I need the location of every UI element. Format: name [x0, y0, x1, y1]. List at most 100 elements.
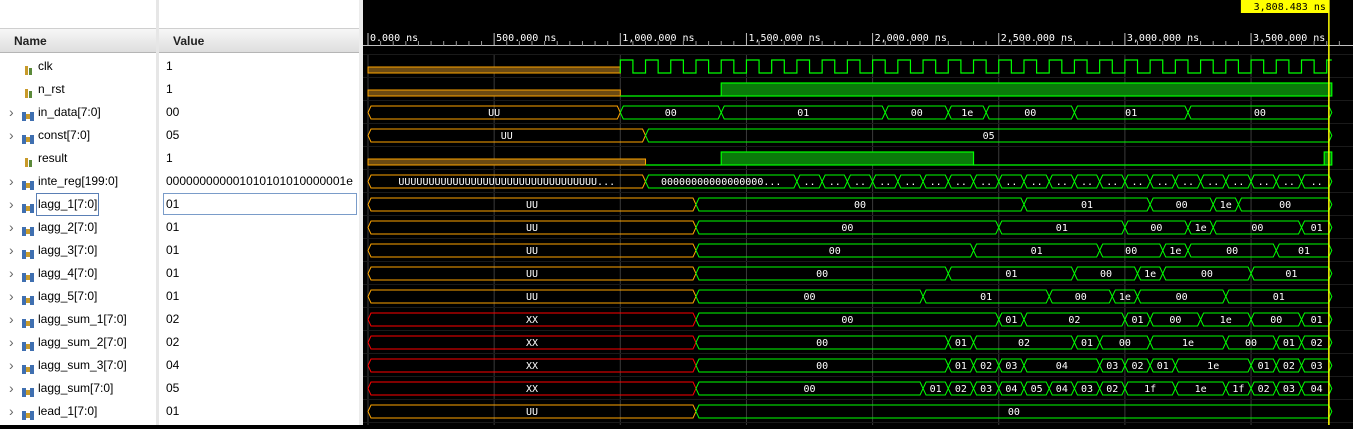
bus-signal-icon: [22, 291, 34, 305]
signal-row-12[interactable]: › lagg_sum_2[7:0]: [0, 331, 156, 354]
signal-row-13[interactable]: › lagg_sum_3[7:0]: [0, 354, 156, 377]
selected-value-box: [163, 193, 357, 215]
signal-row-5[interactable]: › inte_reg[199:0]: [0, 170, 156, 193]
signal-value-row-2[interactable]: 00: [159, 101, 359, 124]
signal-value-row-11[interactable]: 02: [159, 308, 359, 331]
waveform-lagg_3[7:0][interactable]: UU 00 01 00 1e 00 01: [367, 243, 1333, 258]
bus-value-label: 05: [1031, 384, 1043, 395]
signal-value-row-4[interactable]: 1: [159, 147, 359, 170]
waveform-const[7:0][interactable]: UU 05: [367, 128, 1333, 143]
signal-value-row-5[interactable]: 000000000001010101010000001e: [159, 170, 359, 193]
bus-signal-icon: [22, 199, 34, 213]
signal-value-row-1[interactable]: 1: [159, 78, 359, 101]
signal-value-row-3[interactable]: 05: [159, 124, 359, 147]
signal-name: const[7:0]: [38, 128, 91, 142]
expand-chevron-icon[interactable]: ›: [9, 285, 14, 308]
waveform-lagg_5[7:0][interactable]: UU 00 01 00 1e 00 01: [367, 289, 1333, 304]
signal-value-row-14[interactable]: 05: [159, 377, 359, 400]
bus-signal-icon: [22, 107, 34, 121]
waveform-clk[interactable]: [367, 59, 1332, 74]
expand-chevron-icon[interactable]: ›: [9, 262, 14, 285]
waveform-lagg_2[7:0][interactable]: UU 00 01 00 1e 00 01: [367, 220, 1333, 235]
signal-value-row-12[interactable]: 02: [159, 331, 359, 354]
expand-chevron-icon[interactable]: ›: [9, 354, 14, 377]
time-axis-label: 3,000.000 ns: [1127, 33, 1199, 44]
signal-value-row-15[interactable]: 01: [159, 400, 359, 423]
signal-row-2[interactable]: › in_data[7:0]: [0, 101, 156, 124]
bus-value-label: 04: [1056, 384, 1068, 395]
bus-value-label: 00: [665, 108, 677, 119]
bus-value-label: 02: [980, 361, 992, 372]
expand-chevron-icon[interactable]: ›: [9, 308, 14, 331]
expand-chevron-icon[interactable]: ›: [9, 216, 14, 239]
signal-row-0[interactable]: clk: [0, 55, 156, 78]
expand-chevron-icon[interactable]: ›: [9, 124, 14, 147]
bus-value-label: 03: [980, 384, 992, 395]
signal-value-row-8[interactable]: 01: [159, 239, 359, 262]
waveform-lagg_1[7:0][interactable]: UU 00 01 00 1e 00: [367, 197, 1333, 212]
bus-value-label: 02: [1068, 315, 1080, 326]
signal-name: n_rst: [38, 82, 65, 96]
bus-value-label: 01: [1283, 338, 1295, 349]
bus-value-label: 01: [955, 361, 967, 372]
bus-value-label: 03: [1311, 361, 1323, 372]
bus-value-label: 01: [1298, 246, 1310, 257]
signal-name: result: [38, 151, 68, 165]
bus-value-label: 1e: [1169, 246, 1181, 257]
waveform-canvas[interactable]: 0.000 ns 500.000 ns 1,000.000 ns 1,500.000 …: [363, 0, 1353, 425]
signal-value-row-6[interactable]: 01: [159, 193, 359, 216]
waveform-inte_reg[199:0][interactable]: UUUUUUUUUUUUUUUUUUUUUUUUUUUUUUUUU... 0000…: [367, 174, 1333, 189]
waveform-lead_1[7:0][interactable]: UU 00: [367, 404, 1333, 419]
undefined-span: [367, 66, 621, 74]
signal-row-15[interactable]: › lead_1[7:0]: [0, 400, 156, 423]
signal-value-row-13[interactable]: 04: [159, 354, 359, 377]
expand-chevron-icon[interactable]: ›: [9, 193, 14, 216]
waveform-lagg_sum_2[7:0][interactable]: XX 00 01 02 01 00 1e 00 01 02: [367, 335, 1333, 350]
expand-chevron-icon[interactable]: ›: [9, 377, 14, 400]
signal-value-row-10[interactable]: 01: [159, 285, 359, 308]
expand-chevron-icon[interactable]: ›: [9, 101, 14, 124]
bus-value-label: 00: [1176, 200, 1188, 211]
signal-name: lagg_4[7:0]: [38, 266, 98, 280]
bus-signal-icon: [22, 268, 34, 282]
bus-signal-icon: [22, 245, 34, 259]
signal-value-row-9[interactable]: 01: [159, 262, 359, 285]
waveform-lagg_sum_3[7:0][interactable]: XX 00 01 02 03 04 03 02 01 1e 01 02 03: [367, 358, 1333, 373]
signal-value: 01: [166, 220, 180, 234]
waveform-lagg_4[7:0][interactable]: UU 00 01 00 1e 00 01: [367, 266, 1333, 281]
bus-value-label: ..: [1106, 177, 1118, 188]
signal-row-3[interactable]: › const[7:0]: [0, 124, 156, 147]
signal-row-1[interactable]: n_rst: [0, 78, 156, 101]
signal-row-8[interactable]: › lagg_3[7:0]: [0, 239, 156, 262]
bus-value-label: UUUUUUUUUUUUUUUUUUUUUUUUUUUUUUUUU...: [398, 177, 615, 188]
bus-value-label: 04: [1005, 384, 1017, 395]
signal-row-11[interactable]: › lagg_sum_1[7:0]: [0, 308, 156, 331]
waveform-lagg_sum_1[7:0][interactable]: XX 00 01 02 01 00 1e 00 01: [367, 312, 1333, 327]
signal-value-row-0[interactable]: 1: [159, 55, 359, 78]
signal-row-10[interactable]: › lagg_5[7:0]: [0, 285, 156, 308]
expand-chevron-icon[interactable]: ›: [9, 170, 14, 193]
name-column-header[interactable]: Name: [0, 28, 156, 53]
bus-value-label: 01: [1258, 361, 1270, 372]
signal-row-7[interactable]: › lagg_2[7:0]: [0, 216, 156, 239]
bus-value-label: 01: [1311, 315, 1323, 326]
bus-value-label: 03: [1081, 384, 1093, 395]
waveform-result[interactable]: [367, 151, 1333, 166]
bus-value-label: 03: [1005, 361, 1017, 372]
signal-value-row-7[interactable]: 01: [159, 216, 359, 239]
expand-chevron-icon[interactable]: ›: [9, 331, 14, 354]
waveform-in_data[7:0][interactable]: UU 00 01 00 1e 00 01 00: [367, 105, 1333, 120]
expand-chevron-icon[interactable]: ›: [9, 400, 14, 423]
value-column-header[interactable]: Value: [159, 28, 359, 53]
waveform-lagg_sum[7:0][interactable]: XX 00 01 02 03 04 05 04 03 02 1f 1e 1f 02 03 04: [367, 381, 1333, 396]
waveform-n_rst[interactable]: [367, 82, 1333, 97]
expand-chevron-icon[interactable]: ›: [9, 239, 14, 262]
bus-value-label: ..: [1232, 177, 1244, 188]
signal-row-4[interactable]: result: [0, 147, 156, 170]
bus-value-label: 00: [1169, 315, 1181, 326]
bus-value-label: 02: [1106, 384, 1118, 395]
signal-row-9[interactable]: › lagg_4[7:0]: [0, 262, 156, 285]
signal-row-6[interactable]: › lagg_1[7:0]: [0, 193, 156, 216]
bus-value-label: 00: [1201, 269, 1213, 280]
signal-row-14[interactable]: › lagg_sum[7:0]: [0, 377, 156, 400]
